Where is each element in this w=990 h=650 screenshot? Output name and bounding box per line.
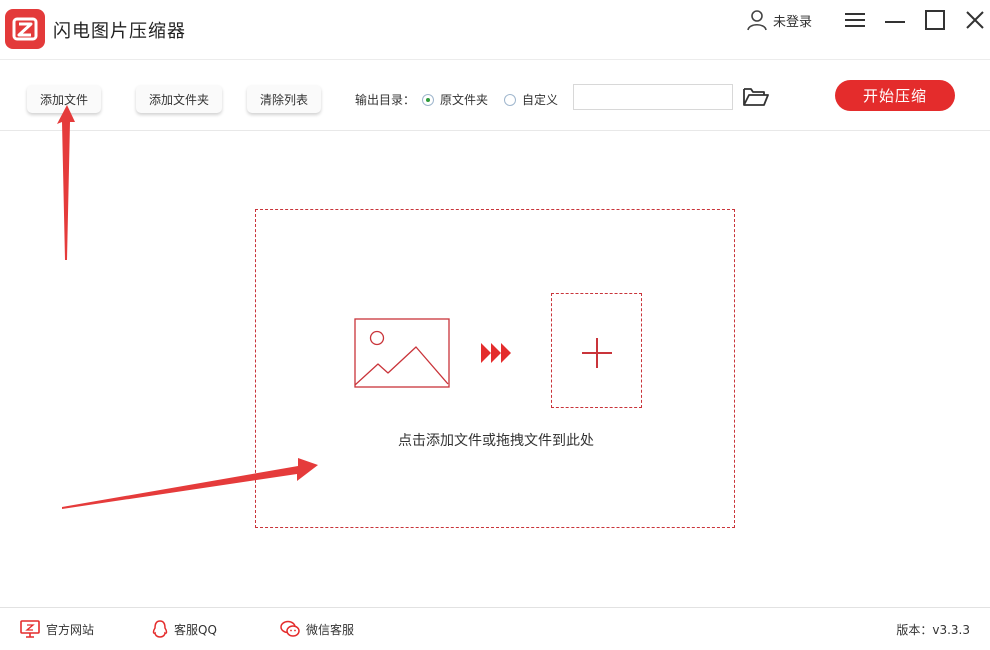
output-dir-label: 输出目录： [355, 91, 415, 108]
minimize-button[interactable] [883, 8, 907, 32]
toolbar: 添加文件 添加文件夹 清除列表 输出目录： 原文件夹 自定义 开始压缩 [0, 61, 990, 131]
app-window: 闪电图片压缩器 未登录 [0, 0, 990, 650]
plus-icon [580, 336, 614, 370]
monitor-icon [20, 620, 40, 638]
clear-list-button[interactable]: 清除列表 [247, 85, 321, 113]
radio-original-label: 原文件夹 [440, 91, 488, 108]
title-bar: 闪电图片压缩器 未登录 [0, 0, 990, 60]
image-icon [354, 318, 450, 388]
wechat-icon [280, 620, 300, 638]
add-image-box[interactable] [551, 293, 642, 408]
output-path-input[interactable] [573, 84, 733, 110]
wechat-label: 微信客服 [306, 621, 354, 638]
footer: 官方网站 客服QQ 微信客服 版本：v3.3.3 [0, 607, 990, 650]
app-title: 闪电图片压缩器 [53, 17, 186, 43]
qq-icon [152, 620, 168, 638]
menu-icon [844, 11, 866, 29]
qq-label: 客服QQ [174, 621, 217, 638]
drop-hint-text: 点击添加文件或拖拽文件到此处 [256, 430, 736, 450]
login-label: 未登录 [773, 11, 812, 30]
radio-custom-folder[interactable]: 自定义 [504, 91, 558, 108]
support-qq-link[interactable]: 客服QQ [152, 620, 217, 638]
user-icon [745, 8, 769, 32]
version-label: 版本：v3.3.3 [896, 621, 970, 638]
folder-open-icon [742, 86, 770, 108]
start-compress-button[interactable]: 开始压缩 [835, 80, 955, 111]
close-button[interactable] [963, 8, 987, 32]
radio-dot-unchecked [504, 94, 516, 106]
support-wechat-link[interactable]: 微信客服 [280, 620, 354, 638]
drop-zone[interactable]: 点击添加文件或拖拽文件到此处 [255, 209, 735, 528]
official-website-link[interactable]: 官方网站 [20, 620, 94, 638]
minimize-icon [884, 11, 906, 29]
maximize-icon [924, 9, 946, 31]
radio-custom-label: 自定义 [522, 91, 558, 108]
radio-original-folder[interactable]: 原文件夹 [422, 91, 488, 108]
browse-folder-button[interactable] [742, 86, 770, 108]
add-folder-button[interactable]: 添加文件夹 [136, 85, 222, 113]
app-logo-icon [5, 9, 45, 49]
triple-arrow-icon [480, 342, 514, 364]
menu-button[interactable] [843, 8, 867, 32]
login-button[interactable]: 未登录 [745, 8, 812, 32]
close-icon [965, 10, 985, 30]
website-label: 官方网站 [46, 621, 94, 638]
radio-dot-checked [422, 94, 434, 106]
maximize-button[interactable] [923, 8, 947, 32]
add-file-button[interactable]: 添加文件 [27, 85, 101, 113]
